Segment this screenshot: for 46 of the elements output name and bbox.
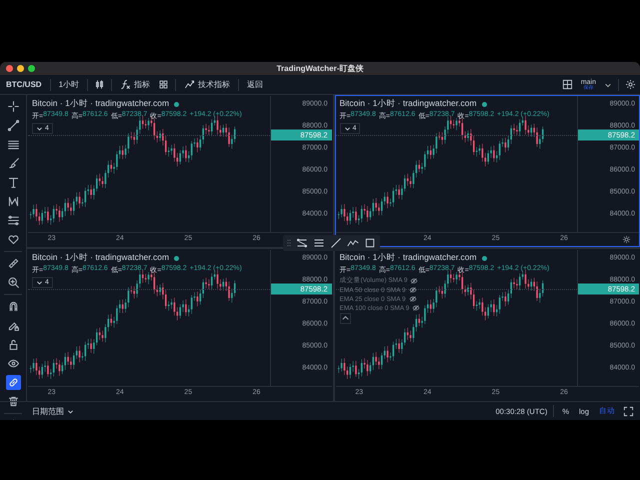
back-button[interactable]: 返回 [245,79,266,90]
status-dot-icon [482,102,487,106]
chevron-down-icon [344,125,350,132]
eye-icon[interactable] [408,295,417,303]
chart-title: Bitcoin · 1小时 · tradingwatcher.com [32,98,170,110]
zoom-in-icon[interactable] [6,275,20,290]
grid-icon[interactable] [158,79,170,90]
candlestick-icon[interactable] [94,79,106,90]
interval-button[interactable]: 1小时 [56,79,82,90]
technical-indicators-button[interactable]: 技术指标 [182,79,232,90]
window-title: TradingWatcher-盯盘侠 [276,63,364,74]
status-dot-icon [174,256,180,260]
link-icon[interactable] [6,375,20,390]
date-range-button[interactable]: 日期范围 [30,406,78,416]
ruler-lines-icon[interactable] [6,213,20,228]
chevron-up-icon[interactable] [340,313,350,324]
indicators-button[interactable]: 指标 [118,79,152,90]
chart-title: Bitcoin · 1小时 · tradingwatcher.com [340,98,477,110]
horizontal-lines-icon[interactable] [313,237,325,249]
chart-title: Bitcoin · 1小时 · tradingwatcher.com [32,252,170,264]
maximize-button[interactable] [28,65,35,72]
eye-icon[interactable] [408,286,417,294]
chevron-down-icon [36,279,43,286]
trend-chart-icon [184,79,196,90]
status-dot-icon [482,256,487,260]
settings-icon[interactable] [625,79,636,90]
minimize-button[interactable] [17,65,24,72]
parallel-lines-icon[interactable] [296,237,308,249]
chart-title: Bitcoin · 1小时 · tradingwatcher.com [340,252,477,264]
eye-icon[interactable] [412,304,420,312]
chart-pane[interactable] [334,249,640,401]
rectangle-icon[interactable] [364,237,376,249]
eye-icon[interactable] [410,276,418,284]
symbol-button[interactable]: BTC/USD [4,80,44,89]
chevron-down-icon [67,408,74,414]
status-dot-icon [174,102,180,106]
crosshair-icon[interactable] [6,99,20,114]
chevron-down-icon [36,125,43,132]
trend-line-icon[interactable] [330,237,342,249]
close-button[interactable] [6,65,13,72]
function-icon [120,79,132,90]
layout-icon[interactable] [562,79,573,90]
settings-icon[interactable] [622,235,631,244]
fullscreen-icon[interactable] [623,406,634,416]
zigzag-line-icon[interactable] [347,237,359,249]
trend-line-icon[interactable] [6,118,20,133]
